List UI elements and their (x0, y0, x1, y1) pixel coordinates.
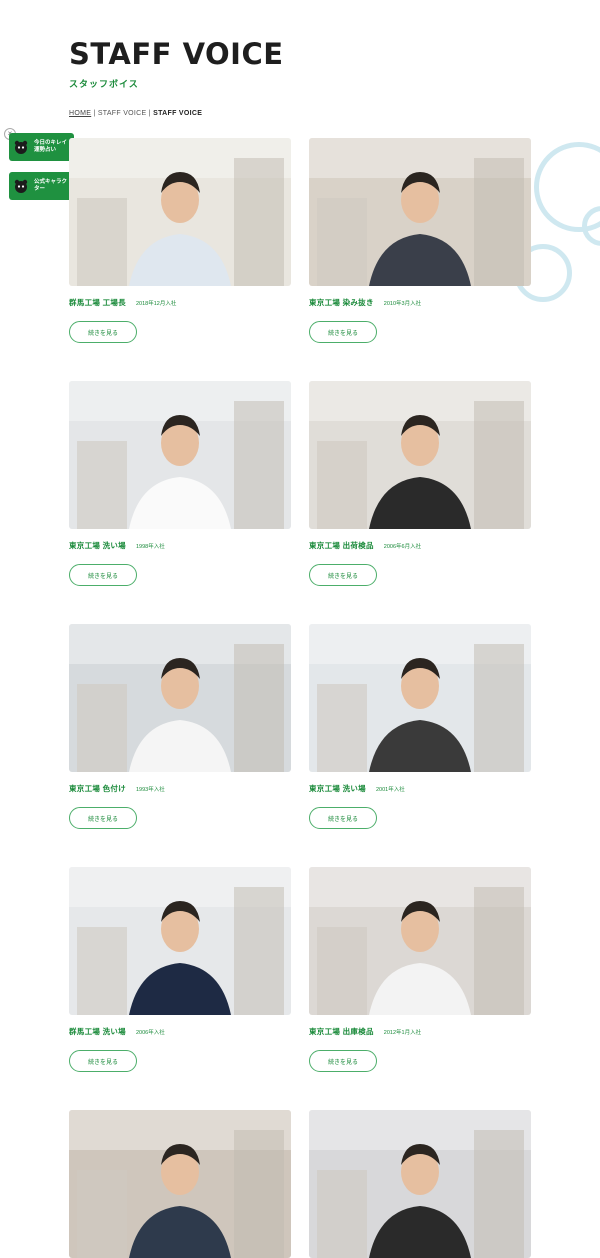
staff-meta: 東京工場 出庫検品 2012年1月入社 (309, 1026, 531, 1037)
staff-role: 群馬工場 洗い場 (69, 1027, 126, 1036)
staff-photo[interactable] (69, 867, 291, 1015)
mascot-icon (14, 140, 28, 154)
staff-photo[interactable] (309, 1110, 531, 1258)
staff-photo[interactable] (69, 624, 291, 772)
staff-meta: 東京工場 出荷検品 2006年6月入社 (309, 540, 531, 551)
staff-joined-date: 2010年3月入社 (383, 301, 422, 307)
read-more-button[interactable]: 続きを見る (69, 1050, 137, 1072)
staff-photo[interactable] (69, 1110, 291, 1258)
staff-role: 東京工場 洗い場 (309, 784, 366, 793)
staff-meta: 東京工場 染み抜き 2010年3月入社 (309, 297, 531, 308)
staff-role: 東京工場 出庫検品 (309, 1027, 374, 1036)
staff-joined-date: 1998年入社 (135, 544, 165, 550)
staff-role: 東京工場 洗い場 (69, 541, 126, 550)
breadcrumb: HOME | STAFF VOICE | STAFF VOICE (69, 110, 202, 117)
staff-card[interactable]: 東京工場 洗い場 1998年入社続きを見る (69, 381, 291, 586)
staff-card[interactable]: 東京工場 染み抜き 2010年3月入社続きを見る (309, 138, 531, 343)
staff-joined-date: 2006年入社 (135, 1030, 165, 1036)
staff-role: 東京工場 色付け (69, 784, 126, 793)
mascot-icon (14, 179, 28, 193)
staff-photo[interactable] (309, 138, 531, 286)
staff-role: 東京工場 染み抜き (309, 298, 374, 307)
staff-joined-date: 2018年12月入社 (135, 301, 177, 307)
staff-card[interactable]: 群馬工場 洗い場 2006年入社続きを見る (69, 867, 291, 1072)
staff-photo[interactable] (69, 138, 291, 286)
read-more-button[interactable]: 続きを見る (69, 807, 137, 829)
staff-meta: 群馬工場 工場長 2018年12月入社 (69, 297, 291, 308)
breadcrumb-current: STAFF VOICE (153, 110, 203, 117)
breadcrumb-parent[interactable]: STAFF VOICE (98, 110, 147, 117)
official-character-button[interactable]: 公式キャラクター (9, 172, 74, 200)
page-subtitle: スタッフボイス (69, 79, 139, 89)
staff-role: 東京工場 出荷検品 (309, 541, 374, 550)
staff-card[interactable]: 東京工場 色付け 1993年入社続きを見る (69, 624, 291, 829)
breadcrumb-separator: | (91, 110, 98, 117)
read-more-button[interactable]: 続きを見る (309, 321, 377, 343)
staff-meta: 東京工場 色付け 1993年入社 (69, 783, 291, 794)
staff-photo[interactable] (309, 381, 531, 529)
fortune-button-label: 今日のキレイ運勢占い (34, 140, 68, 153)
page-title: STAFF VOICE (69, 37, 284, 71)
staff-joined-date: 2001年入社 (375, 787, 405, 793)
staff-joined-date: 2012年1月入社 (383, 1030, 422, 1036)
staff-card[interactable] (309, 1110, 531, 1258)
read-more-button[interactable]: 続きを見る (309, 564, 377, 586)
staff-meta: 東京工場 洗い場 2001年入社 (309, 783, 531, 794)
staff-card[interactable]: 群馬工場 工場長 2018年12月入社続きを見る (69, 138, 291, 343)
staff-joined-date: 1993年入社 (135, 787, 165, 793)
read-more-button[interactable]: 続きを見る (69, 321, 137, 343)
staff-photo[interactable] (309, 867, 531, 1015)
staff-card[interactable] (69, 1110, 291, 1258)
staff-photo[interactable] (309, 624, 531, 772)
breadcrumb-home-link[interactable]: HOME (69, 110, 91, 117)
staff-joined-date: 2006年6月入社 (383, 544, 422, 550)
read-more-button[interactable]: 続きを見る (69, 564, 137, 586)
staff-meta: 東京工場 洗い場 1998年入社 (69, 540, 291, 551)
read-more-button[interactable]: 続きを見る (309, 1050, 377, 1072)
read-more-button[interactable]: 続きを見る (309, 807, 377, 829)
staff-meta: 群馬工場 洗い場 2006年入社 (69, 1026, 291, 1037)
fortune-button[interactable]: 今日のキレイ運勢占い (9, 133, 74, 161)
staff-photo[interactable] (69, 381, 291, 529)
staff-card[interactable]: 東京工場 出荷検品 2006年6月入社続きを見る (309, 381, 531, 586)
page-header: STAFF VOICE スタッフボイス (69, 40, 284, 90)
staff-card[interactable]: 東京工場 洗い場 2001年入社続きを見る (309, 624, 531, 829)
staff-role: 群馬工場 工場長 (69, 298, 126, 307)
staff-card[interactable]: 東京工場 出庫検品 2012年1月入社続きを見る (309, 867, 531, 1072)
official-character-button-label: 公式キャラクター (34, 179, 68, 192)
